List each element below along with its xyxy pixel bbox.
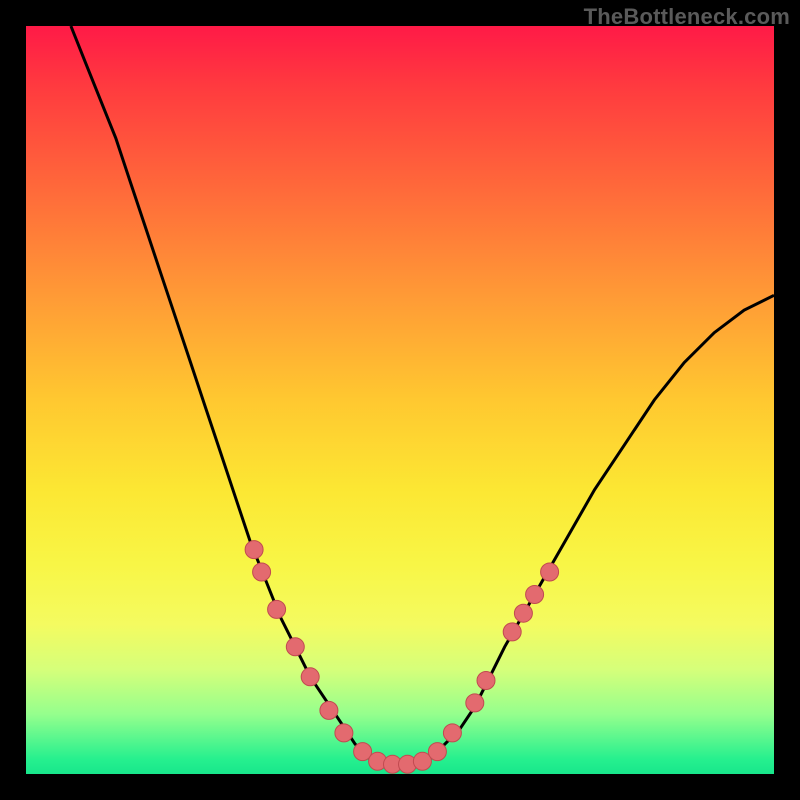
marker-point <box>245 541 263 559</box>
marker-point <box>268 600 286 618</box>
marker-point <box>443 724 461 742</box>
marker-point <box>541 563 559 581</box>
chart-svg <box>26 26 774 774</box>
marker-point <box>286 638 304 656</box>
chart-frame: TheBottleneck.com <box>0 0 800 800</box>
marker-point <box>526 586 544 604</box>
plot-area <box>26 26 774 774</box>
bottleneck-curve <box>71 26 774 767</box>
marker-point <box>428 743 446 761</box>
marker-point <box>335 724 353 742</box>
marker-point <box>514 604 532 622</box>
marker-point <box>320 701 338 719</box>
marker-point <box>253 563 271 581</box>
marker-point <box>477 672 495 690</box>
watermark-text: TheBottleneck.com <box>584 4 790 30</box>
marker-point <box>466 694 484 712</box>
curve-markers <box>245 541 558 774</box>
marker-point <box>503 623 521 641</box>
marker-point <box>301 668 319 686</box>
